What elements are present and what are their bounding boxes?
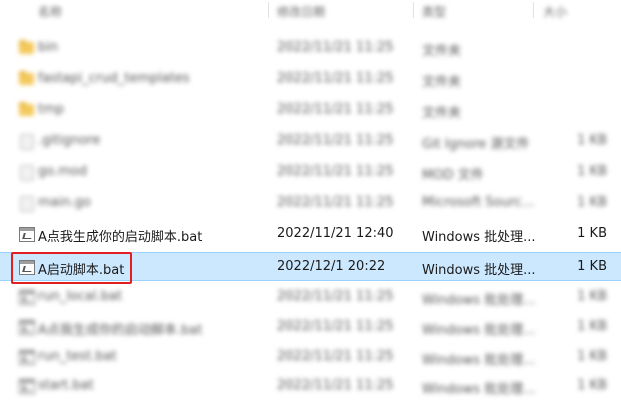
file-type: Windows 批处理... <box>422 353 536 368</box>
file-size: 1 KB <box>577 259 607 274</box>
folder-icon <box>18 71 34 87</box>
file-row[interactable]: main.go 2022/11/21 11:25 Microsoft Sourc..… <box>0 189 621 218</box>
file-type: 文件夹 <box>422 75 462 90</box>
file-type: Windows 批处理... <box>422 323 536 338</box>
file-size: 1 KB <box>577 133 607 148</box>
file-type: Windows 批处理... <box>422 382 536 397</box>
file-row[interactable]: run_local.bat 2022/11/21 11:25 Windows 批处理… <box>0 283 621 312</box>
file-name: A点我生成你的启动脚本.bat <box>38 323 203 338</box>
file-date: 2022/11/21 11:25 <box>277 133 394 148</box>
file-type: Windows 批处理... <box>422 230 536 245</box>
column-size-header[interactable]: 大小 <box>543 3 567 20</box>
file-type: Windows 批处理... <box>422 293 536 308</box>
file-date: 2022/11/21 12:40 <box>277 226 394 241</box>
file-size: 1 KB <box>577 349 607 364</box>
file-date: 2022/11/21 11:25 <box>277 378 394 393</box>
file-row[interactable]: A点我生成你的启动脚本.bat 2022/11/21 12:40 Windows 批… <box>0 220 621 249</box>
file-type: Microsoft Sourc... <box>422 195 535 210</box>
file-name: run_test.bat <box>38 349 117 364</box>
column-divider[interactable] <box>268 2 269 18</box>
folder-icon <box>18 102 34 118</box>
folder-icon <box>18 40 34 56</box>
file-date: 2022/11/21 11:25 <box>277 195 394 210</box>
file-row[interactable]: .gitignore 2022/11/21 11:25 Git Ignore 源文件… <box>0 127 621 156</box>
file-size: 1 KB <box>577 378 607 393</box>
file-icon <box>18 195 34 212</box>
file-size: 1 KB <box>577 226 607 241</box>
file-size: 1 KB <box>577 164 607 179</box>
file-size: 1 KB <box>577 195 607 210</box>
file-type: MOD 文件 <box>422 168 484 183</box>
file-date: 2022/11/21 11:25 <box>277 40 394 55</box>
column-type-header[interactable]: 类型 <box>422 3 446 20</box>
bat-file-icon <box>18 349 35 365</box>
bat-file-icon <box>18 378 35 394</box>
file-row[interactable]: start.bat 2022/11/21 11:25 Windows 批处理... 1… <box>0 372 621 401</box>
file-type: 文件夹 <box>422 44 462 59</box>
file-date: 2022/12/1 20:22 <box>277 259 386 274</box>
file-name: main.go <box>38 195 91 210</box>
file-row[interactable]: run_test.bat 2022/11/21 11:25 Windows 批处理.… <box>0 343 621 372</box>
file-name: fastapi_crud_templates <box>38 71 190 86</box>
file-name: A点我生成你的启动脚本.bat <box>38 230 203 245</box>
column-divider[interactable] <box>533 2 534 18</box>
file-date: 2022/11/21 11:25 <box>277 71 394 86</box>
bat-file-icon <box>18 319 35 335</box>
bat-file-icon <box>18 226 35 242</box>
file-name: .gitignore <box>38 133 101 148</box>
file-name: start.bat <box>38 378 94 393</box>
file-date: 2022/11/21 11:25 <box>277 164 394 179</box>
file-type: 文件夹 <box>422 106 462 121</box>
file-date: 2022/11/21 11:25 <box>277 319 394 334</box>
file-date: 2022/11/21 11:25 <box>277 349 394 364</box>
bat-file-icon <box>18 289 35 305</box>
file-icon <box>18 133 34 150</box>
file-row[interactable]: A点我生成你的启动脚本.bat 2022/11/21 11:25 Windows 批… <box>0 313 621 342</box>
file-row[interactable]: tmp 2022/11/21 11:25 文件夹 <box>0 96 621 125</box>
red-highlight-box <box>11 252 132 284</box>
file-date: 2022/11/21 11:25 <box>277 289 394 304</box>
file-name: tmp <box>38 102 65 117</box>
file-type: Git Ignore 源文件 <box>422 137 530 152</box>
file-name: run_local.bat <box>38 289 123 304</box>
column-divider[interactable] <box>413 2 414 18</box>
file-row[interactable]: bin 2022/11/21 11:25 文件夹 <box>0 34 621 63</box>
file-type: Windows 批处理... <box>422 263 536 278</box>
file-icon <box>18 164 34 181</box>
column-header: 名称 修改日期 类型 大小 <box>0 0 621 22</box>
file-row[interactable]: go.mod 2022/11/21 11:25 MOD 文件 1 KB <box>0 158 621 187</box>
file-name: go.mod <box>38 164 87 179</box>
column-name-header[interactable]: 名称 <box>38 3 62 20</box>
file-size: 1 KB <box>577 289 607 304</box>
file-size: 1 KB <box>577 319 607 334</box>
file-row[interactable]: fastapi_crud_templates 2022/11/21 11:25 文件… <box>0 65 621 94</box>
file-name: bin <box>38 40 59 55</box>
file-date: 2022/11/21 11:25 <box>277 102 394 117</box>
column-date-header[interactable]: 修改日期 <box>277 3 325 20</box>
